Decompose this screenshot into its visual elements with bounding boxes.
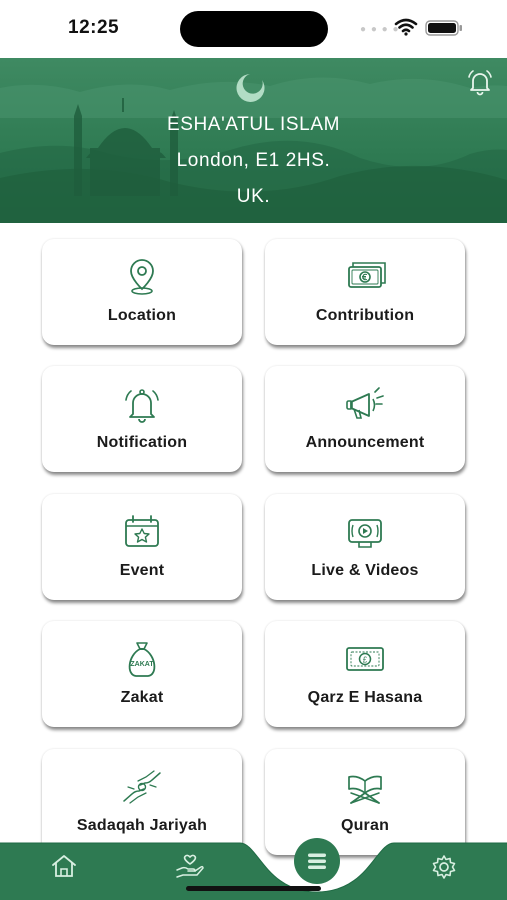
pound-sign: £ xyxy=(363,656,368,665)
qarz-e-hasana-card[interactable]: £ Qarz E Hasana xyxy=(265,621,465,727)
menu-button[interactable] xyxy=(294,838,340,884)
mosque-name: ESHA'ATUL ISLAM xyxy=(166,114,341,135)
card-label: Notification xyxy=(96,434,188,451)
giving-hands-icon xyxy=(123,770,161,804)
megaphone-icon xyxy=(346,387,384,419)
zakat-bag-icon: ZAKAT xyxy=(128,642,156,677)
home-icon[interactable] xyxy=(50,853,78,879)
card-label: Zakat xyxy=(120,689,164,706)
notification-bell-icon[interactable] xyxy=(464,66,496,98)
card-label: Live & Videos xyxy=(311,562,419,579)
notification-card[interactable]: Notification xyxy=(42,366,242,472)
wifi-icon xyxy=(394,18,418,36)
calendar-star-icon xyxy=(125,515,159,547)
zakat-bag-text: ZAKAT xyxy=(130,661,154,668)
menu-icon xyxy=(308,853,326,869)
card-label: Announcement xyxy=(305,434,425,451)
status-time: 12:25 xyxy=(68,17,120,38)
banknote-pound-icon: £ xyxy=(346,647,384,671)
card-label: Qarz E Hasana xyxy=(307,689,423,706)
status-bar: 12:25 ● ● ● ● xyxy=(0,0,507,58)
feature-grid: Location Contribution Notification Annou… xyxy=(0,223,507,863)
gear-icon[interactable] xyxy=(430,853,458,881)
card-label: Contribution xyxy=(315,307,415,324)
dynamic-island xyxy=(180,11,328,47)
charity-hand-icon[interactable] xyxy=(175,853,205,879)
zakat-card[interactable]: ZAKAT Zakat xyxy=(42,621,242,727)
bell-icon xyxy=(125,389,159,423)
announcement-card[interactable]: Announcement xyxy=(265,366,465,472)
mosque-country: UK. xyxy=(236,186,271,207)
contribution-card[interactable]: Contribution xyxy=(265,239,465,345)
card-label: Event xyxy=(119,562,165,579)
event-card[interactable]: Event xyxy=(42,494,242,600)
live-videos-card[interactable]: Live & Videos xyxy=(265,494,465,600)
mosque-address: London, E1 2HS. xyxy=(176,150,331,171)
video-play-icon xyxy=(348,519,382,548)
home-indicator xyxy=(186,886,321,891)
battery-icon xyxy=(425,20,462,36)
mosque-header: ESHA'ATUL ISLAM London, E1 2HS. UK. xyxy=(0,58,507,223)
quran-stand-icon xyxy=(348,775,382,804)
card-label: Location xyxy=(107,307,177,324)
location-card[interactable]: Location xyxy=(42,239,242,345)
location-pin-icon xyxy=(130,259,154,295)
money-stack-icon xyxy=(348,262,386,288)
